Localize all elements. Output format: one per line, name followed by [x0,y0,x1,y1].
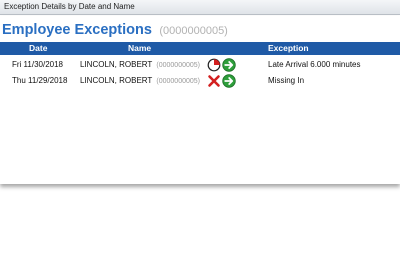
table-row[interactable]: Thu 11/29/2018 LINCOLN, ROBERT (00000000… [0,73,400,89]
table-header: Date Name Exception [0,42,400,55]
column-header-name[interactable]: Name [128,43,151,53]
employee-name: LINCOLN, ROBERT [80,60,153,69]
row-name: LINCOLN, ROBERT (0000000005) [80,76,200,85]
row-exception: Missing In [268,76,305,85]
row-date: Fri 11/30/2018 [12,60,63,69]
page-title: Employee Exceptions [2,22,152,38]
window-title: Exception Details by Date and Name [4,2,135,11]
row-name: LINCOLN, ROBERT (0000000005) [80,60,200,69]
window-titlebar: Exception Details by Date and Name [0,0,400,15]
page-heading: Employee Exceptions (0000000005) [2,21,228,39]
employee-id: (0000000005) [159,25,228,37]
row-date: Thu 11/29/2018 [12,76,68,85]
red-x-icon[interactable] [207,74,221,88]
row-employee-id: (0000000005) [156,62,200,69]
row-exception: Late Arrival 6.000 minutes [268,60,361,69]
employee-name: LINCOLN, ROBERT [80,76,153,85]
go-arrow-icon[interactable] [222,58,236,72]
clock-icon[interactable] [207,58,221,72]
exceptions-panel: Employee Exceptions (0000000005) Date Na… [0,16,400,184]
column-header-date[interactable]: Date [29,43,47,53]
go-arrow-icon[interactable] [222,74,236,88]
row-employee-id: (0000000005) [156,78,200,85]
column-header-exception[interactable]: Exception [268,43,309,53]
table-row[interactable]: Fri 11/30/2018 LINCOLN, ROBERT (00000000… [0,57,400,73]
